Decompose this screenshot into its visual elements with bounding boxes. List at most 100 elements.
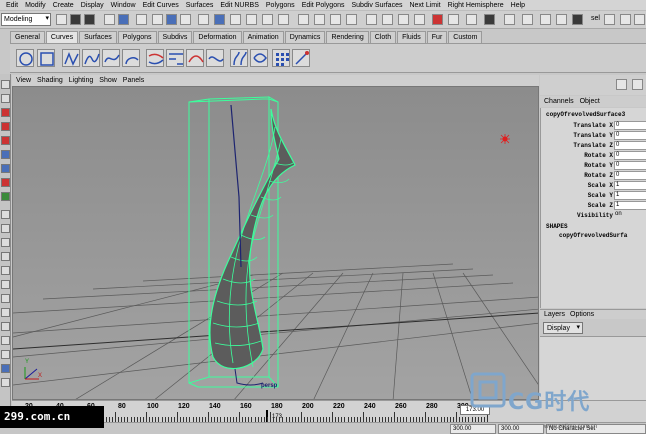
ep-curve-tool-icon[interactable] <box>82 49 100 67</box>
panel-menu-lighting[interactable]: Lighting <box>69 77 94 84</box>
channel-box-toggle-icon[interactable] <box>604 14 615 25</box>
history-icon[interactable] <box>366 14 377 25</box>
select-tool-icon[interactable] <box>1 80 10 89</box>
menu-next-limit[interactable]: Next Limit <box>409 2 440 9</box>
revolved-surface[interactable] <box>188 96 296 388</box>
layer-editor-toggle-icon[interactable] <box>620 14 631 25</box>
panel-menu-view[interactable]: View <box>16 77 31 84</box>
tool-settings-icon[interactable] <box>572 14 583 25</box>
select-hierarchy-icon[interactable] <box>104 14 115 25</box>
rotate-tool-icon[interactable] <box>1 136 10 145</box>
render-icon[interactable] <box>448 14 459 25</box>
menu-modify[interactable]: Modify <box>25 2 46 9</box>
channels-menu[interactable]: Channels <box>544 98 574 105</box>
layout-more-icon[interactable] <box>1 378 10 387</box>
panel-menu-show[interactable]: Show <box>99 77 117 84</box>
layout-horizontal-icon[interactable] <box>1 322 10 331</box>
tab-cloth[interactable]: Cloth <box>369 31 397 43</box>
persp-graph-icon[interactable] <box>1 266 10 275</box>
outliner-toggle-icon[interactable] <box>634 14 645 25</box>
attribute-value-field[interactable]: 0 <box>614 151 646 160</box>
layers-menu[interactable]: Layers <box>544 311 565 318</box>
select-object-icon[interactable] <box>118 14 129 25</box>
side-by-side-icon[interactable] <box>1 238 10 247</box>
menu-display[interactable]: Display <box>81 2 104 9</box>
layout-render-icon[interactable] <box>1 364 10 373</box>
add-points-tool-icon[interactable] <box>272 49 290 67</box>
menu-edit-nurbs[interactable]: Edit NURBS <box>220 2 259 9</box>
layer-editor-icon[interactable] <box>632 79 643 90</box>
mask-curves-icon[interactable] <box>198 14 209 25</box>
menu-set-dropdown[interactable]: Modeling ▾ <box>1 13 51 26</box>
layout-extra-icon[interactable] <box>1 350 10 359</box>
mask-misc-icon[interactable] <box>278 14 289 25</box>
panel-menu-shading[interactable]: Shading <box>37 77 63 84</box>
arc-tool-icon[interactable] <box>122 49 140 67</box>
range-start-field[interactable]: 300.00 <box>450 424 496 434</box>
nurbs-square-icon[interactable] <box>37 49 55 67</box>
layout-custom-icon[interactable] <box>1 336 10 345</box>
attribute-value-field[interactable]: 1 <box>614 181 646 190</box>
pencil-curve-tool-icon[interactable] <box>102 49 120 67</box>
snap-point-icon[interactable] <box>330 14 341 25</box>
selected-object-name[interactable]: copyOfrevolvedSurface3 <box>546 111 625 118</box>
menu-edit-curves[interactable]: Edit Curves <box>143 2 179 9</box>
nurbs-circle-icon[interactable] <box>16 49 34 67</box>
attribute-value-field[interactable]: 1 <box>614 201 646 210</box>
attribute-value-field[interactable]: 0 <box>614 131 646 140</box>
tab-animation[interactable]: Animation <box>242 31 284 43</box>
menu-polygons[interactable]: Polygons <box>266 2 295 9</box>
mask-all-icon[interactable] <box>152 14 163 25</box>
move-tool-icon[interactable] <box>1 122 10 131</box>
construction-history-icon[interactable] <box>414 14 425 25</box>
last-tool-icon[interactable] <box>1 192 10 201</box>
light-icon[interactable] <box>500 134 510 144</box>
toggle-panel-icon[interactable] <box>504 14 515 25</box>
cv-curve-tool-icon[interactable] <box>62 49 80 67</box>
paint-select-icon[interactable] <box>1 108 10 117</box>
tab-general[interactable]: General <box>10 31 45 43</box>
single-pane-icon[interactable] <box>1 210 10 219</box>
tab-curves[interactable]: Curves <box>45 31 79 43</box>
menu-subdiv-surfaces[interactable]: Subdiv Surfaces <box>352 2 403 9</box>
tab-fur[interactable]: Fur <box>426 31 448 43</box>
attribute-value-field[interactable]: on <box>614 211 646 220</box>
script-editor-icon[interactable] <box>540 14 551 25</box>
attribute-value-field[interactable]: 0 <box>614 141 646 150</box>
tab-fluids[interactable]: Fluids <box>397 31 426 43</box>
tab-custom[interactable]: Custom <box>448 31 483 43</box>
layer-type-dropdown[interactable]: Display ▾ <box>543 322 583 334</box>
scale-tool-icon[interactable] <box>1 150 10 159</box>
new-scene-icon[interactable] <box>56 14 67 25</box>
tab-dynamics[interactable]: Dynamics <box>284 31 326 43</box>
ipr-render-icon[interactable] <box>466 14 477 25</box>
range-end-field[interactable]: 300.00 <box>498 424 544 434</box>
object-menu[interactable]: Object <box>580 98 600 105</box>
attribute-value-field[interactable]: 0 <box>614 161 646 170</box>
attribute-value-field[interactable]: 1 <box>614 191 646 200</box>
render-view-icon[interactable] <box>432 14 443 25</box>
soft-mod-tool-icon[interactable] <box>1 178 10 187</box>
menu-edit-polygons[interactable]: Edit Polygons <box>302 2 345 9</box>
options-menu[interactable]: Options <box>570 311 594 318</box>
select-component-icon[interactable] <box>136 14 147 25</box>
menu-create[interactable]: Create <box>53 2 74 9</box>
tab-surfaces[interactable]: Surfaces <box>79 31 117 43</box>
output-list-icon[interactable] <box>398 14 409 25</box>
stacked-panes-icon[interactable] <box>1 294 10 303</box>
manipulator-tool-icon[interactable] <box>1 164 10 173</box>
tab-polygons[interactable]: Polygons <box>117 31 157 43</box>
mask-joints-icon[interactable] <box>180 14 191 25</box>
open-scene-icon[interactable] <box>70 14 81 25</box>
render-globals-icon[interactable] <box>484 14 495 25</box>
mask-deformations-icon[interactable] <box>230 14 241 25</box>
attribute-value-field[interactable]: 0 <box>614 171 646 180</box>
quick-layout-icon[interactable] <box>522 14 533 25</box>
menu-right-hemisphere[interactable]: Right Hemisphere <box>448 2 504 9</box>
insert-knot-icon[interactable] <box>186 49 204 67</box>
attribute-editor-icon[interactable] <box>556 14 567 25</box>
snap-curve-icon[interactable] <box>314 14 325 25</box>
menu-window[interactable]: Window <box>111 2 136 9</box>
panel-menu-panels[interactable]: Panels <box>123 77 144 84</box>
channel-box-icon[interactable] <box>616 79 627 90</box>
